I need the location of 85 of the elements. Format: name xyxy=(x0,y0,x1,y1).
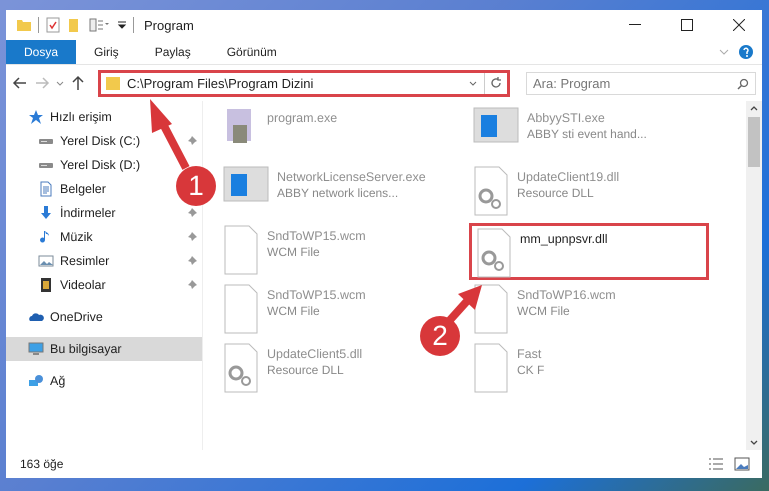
pictures-icon xyxy=(38,253,54,269)
file-type: WCM File xyxy=(267,245,321,259)
sidebar-item[interactable]: Müzik xyxy=(6,225,97,249)
file-name: Fast xyxy=(517,347,542,361)
sidebar-item[interactable]: Yerel Disk (D:) xyxy=(6,153,144,177)
sidebar-item[interactable]: Resimler xyxy=(6,249,114,273)
sidebar-item[interactable]: Belgeler xyxy=(6,177,110,201)
drive-icon xyxy=(38,138,54,144)
settings-file-icon xyxy=(473,166,509,216)
details-view-icon[interactable] xyxy=(708,457,724,471)
pin-icon[interactable] xyxy=(186,135,198,147)
document-icon xyxy=(38,181,54,197)
video-icon xyxy=(38,277,54,293)
drive-icon xyxy=(38,162,54,168)
app-file-icon xyxy=(473,107,519,143)
up-icon[interactable] xyxy=(70,75,86,91)
sidebar-item[interactable]: Hızlı erişim xyxy=(6,105,116,129)
file-name: UpdateClient19.dll xyxy=(517,170,620,184)
refresh-icon xyxy=(490,77,502,89)
annotation-arrow xyxy=(150,99,190,170)
settings-file-icon xyxy=(476,228,512,278)
file-item[interactable]: Fast CK F xyxy=(469,341,548,398)
pin-icon[interactable] xyxy=(186,255,198,267)
file-item[interactable]: AbbyySTI.exe ABBY sti event hand... xyxy=(469,105,651,162)
file-type: WCM File xyxy=(267,304,321,318)
file-name: SndToWP16.wcm xyxy=(517,288,616,302)
pin-icon[interactable] xyxy=(186,207,198,219)
file-name: mm_upnpsvr.dll xyxy=(520,232,608,246)
sidebar-item[interactable]: Ağ xyxy=(6,369,70,393)
file-name: SndToWP15.wcm xyxy=(267,229,366,243)
ribbon-tab[interactable]: Paylaş xyxy=(136,40,209,64)
file-name: UpdateClient5.dll xyxy=(267,347,362,361)
scrollbar[interactable] xyxy=(746,101,762,450)
file-name: SndToWP15.wcm xyxy=(267,288,366,302)
file-item[interactable]: mm_upnpsvr.dll xyxy=(469,223,709,280)
ribbon-tab[interactable]: Dosya xyxy=(6,40,76,64)
sidebar-item[interactable]: İndirmeler xyxy=(6,201,120,225)
file-item[interactable]: UpdateClient5.dll Resource DLL xyxy=(219,341,366,398)
pin-icon[interactable] xyxy=(186,231,198,243)
back-icon[interactable] xyxy=(12,75,28,91)
annotation-arrow xyxy=(447,285,482,323)
settings-file-icon xyxy=(223,343,259,393)
address-field[interactable]: C:\Program Files\Program Dizini xyxy=(98,70,510,96)
app-file-icon xyxy=(223,166,269,202)
sidebar-item[interactable]: OneDrive xyxy=(6,305,107,329)
sidebar-item[interactable]: Yerel Disk (C:) xyxy=(6,129,144,153)
file-type: ABBY network licens... xyxy=(277,186,400,200)
file-type: WCM File xyxy=(517,304,571,318)
window-title: Program xyxy=(144,18,195,32)
file-icon xyxy=(473,284,509,334)
file-item[interactable]: SndToWP15.wcm WCM File xyxy=(219,282,370,339)
file-icon xyxy=(223,225,259,275)
tiles-view-icon[interactable] xyxy=(734,457,750,471)
item-count: 163 öğe xyxy=(20,457,64,471)
file-type: CK F xyxy=(517,363,544,377)
minimize-icon xyxy=(629,24,641,26)
star-icon xyxy=(28,109,44,125)
download-icon xyxy=(38,205,54,221)
folder-icon xyxy=(105,75,121,91)
network-icon xyxy=(28,373,44,389)
computer-icon xyxy=(28,341,44,357)
file-item[interactable]: UpdateClient19.dll Resource DLL xyxy=(469,164,624,221)
file-item[interactable]: SndToWP15.wcm WCM File xyxy=(219,223,370,280)
file-name: program.exe xyxy=(267,111,338,125)
properties-icon[interactable] xyxy=(45,17,61,33)
file-type: ABBY sti event hand... xyxy=(527,127,647,141)
ribbon-tab[interactable]: Görünüm xyxy=(208,40,295,64)
file-item[interactable]: SndToWP16.wcm WCM File xyxy=(469,282,620,339)
search-field[interactable]: Ara: Program xyxy=(526,72,756,94)
sidebar-item[interactable]: Bu bilgisayar xyxy=(6,337,202,361)
file-item[interactable]: NetworkLicenseServer.exe ABBY network licens... xyxy=(219,164,430,221)
sidebar-item[interactable]: Videolar xyxy=(6,273,110,297)
scroll-thumb[interactable] xyxy=(748,117,760,167)
ribbon-tab[interactable]: Giriş xyxy=(76,40,137,64)
file-name: NetworkLicenseServer.exe xyxy=(277,170,426,184)
file-name: AbbyySTI.exe xyxy=(527,111,606,125)
close-icon xyxy=(733,19,745,31)
view-icon[interactable] xyxy=(89,17,111,33)
pin-icon[interactable] xyxy=(186,279,198,291)
file-type: Resource DLL xyxy=(517,186,595,200)
maximize-icon xyxy=(681,19,693,31)
search-icon[interactable] xyxy=(737,78,749,90)
file-icon xyxy=(473,343,509,393)
file-type: Resource DLL xyxy=(267,363,345,377)
file-icon xyxy=(223,284,259,334)
